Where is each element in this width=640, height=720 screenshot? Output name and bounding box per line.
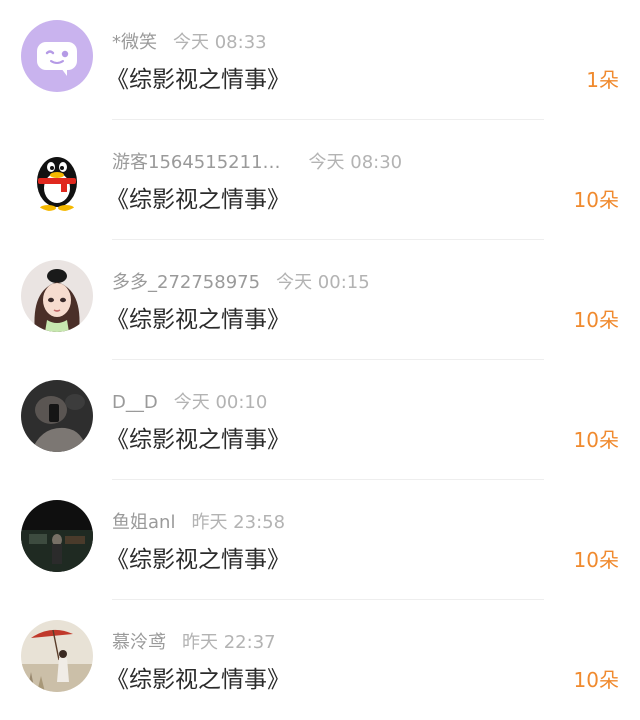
book-title: 《综影视之情事》 bbox=[106, 187, 290, 213]
chat-bubble-face-icon bbox=[21, 20, 93, 92]
item-meta: 慕泠鸢 昨天 22:37 bbox=[112, 628, 276, 654]
list-item[interactable]: D__D 今天 00:10 《综影视之情事》 10朵 bbox=[0, 360, 640, 480]
book-title: 《综影视之情事》 bbox=[106, 67, 290, 93]
item-meta: 游客1564515211… 今天 08:30 bbox=[112, 148, 402, 174]
timestamp: 昨天 22:37 bbox=[182, 632, 276, 653]
user-name[interactable]: D__D bbox=[112, 392, 158, 413]
user-name[interactable]: *微笑 bbox=[112, 32, 157, 53]
cartoon-girl-icon bbox=[21, 260, 93, 332]
list-item[interactable]: *微笑 今天 08:33 《综影视之情事》 1朵 bbox=[0, 0, 640, 120]
timestamp: 今天 08:30 bbox=[308, 152, 403, 173]
avatar[interactable] bbox=[21, 260, 93, 332]
avatar[interactable] bbox=[21, 500, 93, 572]
item-meta: *微笑 今天 08:33 bbox=[112, 28, 267, 54]
list-item[interactable]: 慕泠鸢 昨天 22:37 《综影视之情事》 10朵 bbox=[0, 600, 640, 720]
book-title: 《综影视之情事》 bbox=[106, 307, 290, 333]
avatar[interactable] bbox=[21, 620, 93, 692]
book-title: 《综影视之情事》 bbox=[106, 667, 290, 693]
book-title: 《综影视之情事》 bbox=[106, 547, 290, 573]
book-title: 《综影视之情事》 bbox=[106, 427, 290, 453]
user-name[interactable]: 游客1564515211… bbox=[112, 152, 281, 173]
list-item[interactable]: 多多_272758975 今天 00:15 《综影视之情事》 10朵 bbox=[0, 240, 640, 360]
timestamp: 昨天 23:58 bbox=[191, 512, 286, 533]
umbrella-girl-avatar bbox=[21, 620, 93, 692]
avatar[interactable] bbox=[21, 380, 93, 452]
user-name[interactable]: 慕泠鸢 bbox=[112, 632, 166, 653]
penguin-icon bbox=[21, 140, 93, 212]
gift-count: 1朵 bbox=[586, 68, 619, 92]
gift-count: 10朵 bbox=[573, 308, 619, 332]
night-scene-avatar bbox=[21, 500, 93, 572]
dark-photo-avatar bbox=[21, 380, 93, 452]
avatar[interactable] bbox=[21, 20, 93, 92]
gift-count: 10朵 bbox=[573, 188, 619, 212]
user-name[interactable]: 多多_272758975 bbox=[112, 272, 260, 293]
timestamp: 今天 00:10 bbox=[173, 392, 268, 413]
gift-count: 10朵 bbox=[573, 668, 619, 692]
item-meta: 多多_272758975 今天 00:15 bbox=[112, 268, 370, 294]
gift-record-list: *微笑 今天 08:33 《综影视之情事》 1朵 游客1564515211… 今… bbox=[0, 0, 640, 716]
avatar[interactable] bbox=[21, 140, 93, 212]
gift-count: 10朵 bbox=[573, 548, 619, 572]
gift-count: 10朵 bbox=[573, 428, 619, 452]
timestamp: 今天 08:33 bbox=[173, 32, 267, 53]
user-name[interactable]: 鱼姐anl bbox=[112, 512, 175, 533]
item-meta: 鱼姐anl 昨天 23:58 bbox=[112, 508, 285, 534]
list-item[interactable]: 鱼姐anl 昨天 23:58 《综影视之情事》 10朵 bbox=[0, 480, 640, 600]
item-meta: D__D 今天 00:10 bbox=[112, 388, 267, 414]
timestamp: 今天 00:15 bbox=[276, 272, 370, 293]
list-item[interactable]: 游客1564515211… 今天 08:30 《综影视之情事》 10朵 bbox=[0, 120, 640, 240]
